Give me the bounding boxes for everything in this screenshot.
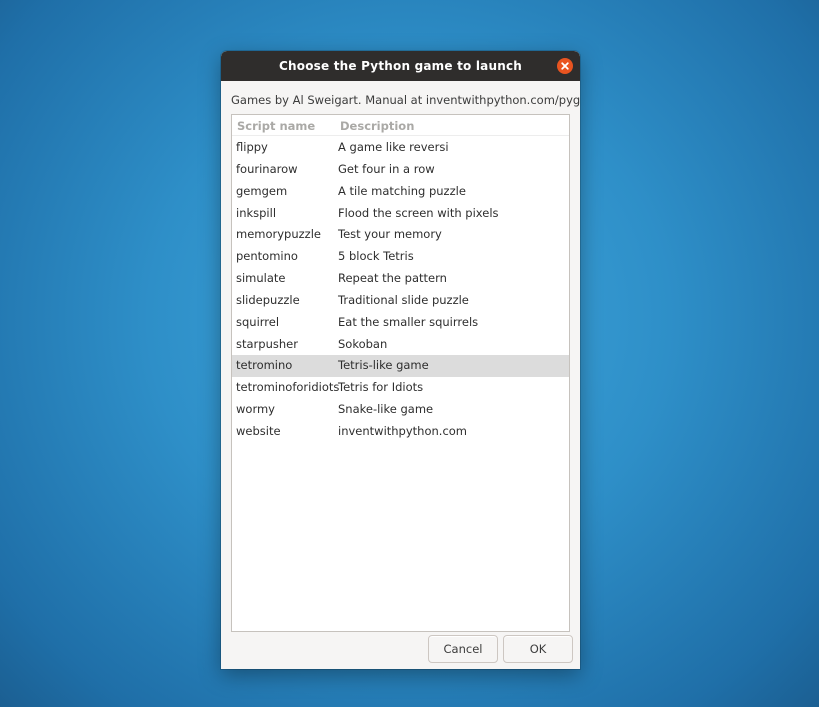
description-cell: Tetris-like game: [338, 358, 429, 373]
description-cell: Eat the smaller squirrels: [338, 314, 479, 329]
close-icon: [561, 62, 569, 70]
list-row[interactable]: simulate Repeat the pattern: [232, 268, 569, 290]
script-name-cell: pentomino: [236, 249, 298, 264]
script-name-cell: starpusher: [236, 336, 298, 351]
column-header-description[interactable]: Description: [340, 115, 414, 135]
description-cell: A tile matching puzzle: [338, 183, 466, 198]
list-row[interactable]: tetrominoforidiots Tetris for Idiots: [232, 377, 569, 399]
list-row[interactable]: flippy A game like reversi: [232, 137, 569, 159]
column-header-script-name[interactable]: Script name: [237, 115, 315, 135]
script-name-cell: flippy: [236, 140, 268, 154]
description-cell: Get four in a row: [338, 161, 435, 176]
description-cell: Snake-like game: [338, 402, 434, 417]
list-header: Script name Description: [232, 115, 569, 136]
list-row[interactable]: memorypuzzle Test your memory: [232, 224, 569, 246]
window-title: Choose the Python game to launch: [279, 59, 522, 73]
script-name-cell: wormy: [236, 402, 275, 417]
description-cell: Tetris for Idiots: [338, 380, 424, 395]
script-name-cell: squirrel: [236, 314, 280, 329]
description-cell: 5 block Tetris: [338, 249, 414, 264]
list-row[interactable]: starpusher Sokoban: [232, 334, 569, 356]
cancel-button[interactable]: Cancel: [428, 635, 498, 663]
list-row[interactable]: wormy Snake-like game: [232, 399, 569, 421]
launcher-dialog: Choose the Python game to launch Games b…: [221, 51, 580, 669]
list-row[interactable]: gemgem A tile matching puzzle: [232, 181, 569, 203]
script-name-cell: inkspill: [236, 205, 277, 220]
list-row[interactable]: pentomino 5 block Tetris: [232, 246, 569, 268]
list-rows: flippy A game like reversi fourinarow Get f…: [232, 137, 569, 443]
list-row[interactable]: fourinarow Get four in a row: [232, 159, 569, 181]
script-name-cell: slidepuzzle: [236, 292, 300, 307]
script-name-cell: gemgem: [236, 183, 288, 198]
list-row[interactable]: tetromino Tetris-like game: [232, 355, 569, 378]
description-cell: Sokoban: [338, 336, 388, 351]
game-list[interactable]: Script name Description flippy A game lik…: [231, 114, 570, 632]
list-row[interactable]: squirrel Eat the smaller squirrels: [232, 312, 569, 334]
description-cell: Repeat the pattern: [338, 271, 447, 286]
script-name-cell: tetromino: [236, 358, 293, 373]
script-name-cell: fourinarow: [236, 161, 298, 176]
close-button[interactable]: [557, 58, 573, 74]
description-cell: A game like reversi: [338, 140, 449, 154]
title-bar[interactable]: Choose the Python game to launch: [221, 51, 580, 81]
script-name-cell: website: [236, 423, 281, 438]
list-row[interactable]: website inventwithpython.com: [232, 421, 569, 443]
script-name-cell: simulate: [236, 271, 286, 286]
list-row[interactable]: inkspill Flood the screen with pixels: [232, 203, 569, 225]
ok-button[interactable]: OK: [503, 635, 573, 663]
dialog-subtitle: Games by Al Sweigart. Manual at inventwi…: [231, 93, 580, 107]
description-cell: Flood the screen with pixels: [338, 205, 499, 220]
description-cell: Test your memory: [338, 227, 442, 242]
script-name-cell: memorypuzzle: [236, 227, 321, 242]
description-cell: inventwithpython.com: [338, 423, 468, 438]
list-row[interactable]: slidepuzzle Traditional slide puzzle: [232, 290, 569, 312]
description-cell: Traditional slide puzzle: [338, 292, 469, 307]
script-name-cell: tetrominoforidiots: [236, 380, 340, 395]
